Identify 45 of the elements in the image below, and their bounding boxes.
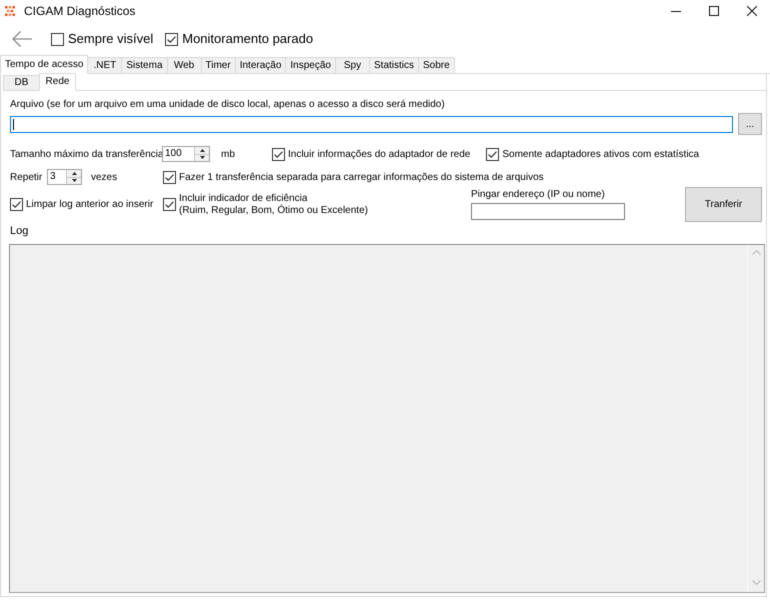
tab[interactable]: Statistics bbox=[369, 57, 420, 74]
tab[interactable]: DB bbox=[3, 75, 40, 91]
field-label: Tamanho máximo da transferência bbox=[10, 148, 164, 160]
text-cursor-icon bbox=[13, 118, 14, 130]
ping-address-field[interactable] bbox=[471, 203, 625, 220]
tab[interactable]: Timer bbox=[200, 57, 236, 74]
field-label: Pingar endereço (IP ou nome) bbox=[471, 188, 606, 201]
field-label: Arquivo (se for um arquivo em uma unidade de disco local, apenas o acesso a disco será medido) bbox=[10, 98, 445, 111]
number-field[interactable]: 3 bbox=[47, 169, 82, 185]
down-triangle-icon bbox=[72, 179, 76, 182]
tab[interactable]: Inspeção bbox=[285, 57, 336, 74]
close-icon[interactable] bbox=[747, 6, 757, 16]
spin-up-button[interactable] bbox=[67, 170, 81, 178]
down-triangle-icon bbox=[200, 156, 204, 160]
maximize-icon[interactable] bbox=[709, 6, 719, 16]
window-title: CIGAM Diagnósticos bbox=[24, 4, 136, 18]
tab[interactable]: Tempo de acesso bbox=[0, 55, 88, 74]
back-arrow-icon[interactable] bbox=[12, 31, 32, 47]
tab[interactable]: Interação bbox=[234, 57, 286, 74]
checkbox[interactable]: Monitoramento parado bbox=[165, 31, 314, 47]
tab[interactable]: .NET bbox=[87, 57, 122, 74]
checkbox[interactable]: Incluir indicador de eficiência (Ruim, Regular, Bom, Ótimo ou Excelente) bbox=[163, 192, 368, 216]
up-triangle-icon bbox=[72, 172, 76, 175]
browse-button[interactable]: ... bbox=[738, 113, 762, 135]
field-label: Repetir bbox=[10, 170, 42, 184]
spin-up-button[interactable] bbox=[195, 147, 209, 154]
unit-label: mb bbox=[221, 148, 235, 160]
checkbox[interactable]: Somente adaptadores ativos com estatística bbox=[486, 148, 700, 160]
minimize-icon[interactable] bbox=[671, 10, 681, 12]
transfer-button[interactable]: Tranferir bbox=[685, 187, 762, 222]
app-logo-icon bbox=[5, 6, 15, 16]
tab[interactable]: Spy bbox=[335, 57, 370, 74]
number-field[interactable]: 100 bbox=[162, 146, 210, 162]
checkbox[interactable]: Incluir informações do adaptador de rede bbox=[272, 148, 470, 160]
up-triangle-icon bbox=[200, 148, 204, 152]
checkbox[interactable]: Fazer 1 transferência separada para carregar informações do sistema de arquivos bbox=[163, 170, 544, 184]
tab[interactable]: Sobre bbox=[418, 57, 455, 74]
tab[interactable]: Web bbox=[166, 57, 202, 74]
tab[interactable]: Rede bbox=[39, 73, 76, 91]
tab[interactable]: Sistema bbox=[121, 57, 168, 74]
checkbox[interactable]: Sempre visível bbox=[51, 31, 154, 47]
file-path-field[interactable] bbox=[10, 116, 733, 132]
log-label: Log bbox=[10, 225, 28, 238]
checkbox[interactable]: Limpar log anterior ao inserir bbox=[10, 198, 154, 211]
unit-label: vezes bbox=[91, 170, 118, 184]
